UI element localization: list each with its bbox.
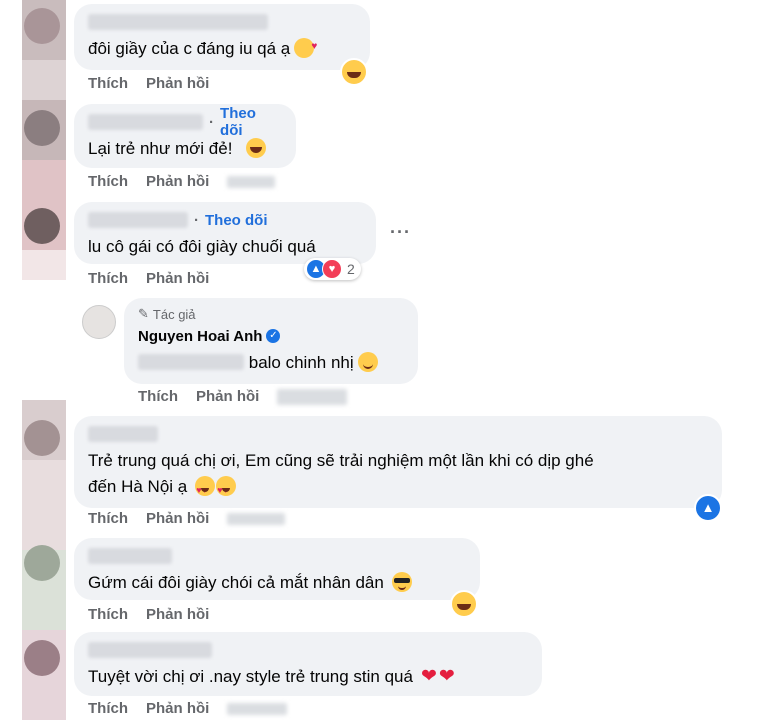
more-options-icon[interactable]: ··· [390, 222, 411, 243]
comment-text: Gứm cái đôi giày chói cả mắt nhân dân [88, 570, 466, 596]
cool-emoji [391, 572, 412, 592]
comment-text: lu cô gái có đôi giày chuối quá [88, 237, 316, 256]
comment-actions: Thích Phản hồi [138, 388, 348, 405]
comment-text: Trẻ trung quá chị ơi, Em cũng sẽ trải ng… [88, 448, 708, 503]
pixelated-avatar-strip [0, 0, 66, 720]
heart-eyes-emoji [195, 476, 216, 503]
like-button[interactable]: Thích [88, 606, 128, 623]
commenter-name-row: · Theo dõi [88, 105, 282, 139]
comment-actions: Thích Phản hồi [88, 510, 286, 527]
avatar[interactable] [24, 545, 60, 581]
reply-button[interactable]: Phản hồi [146, 700, 209, 717]
comment-text: đôi giầy của c đáng iu qá ạ [88, 34, 356, 62]
laugh-reaction-badge[interactable] [450, 590, 478, 618]
commenter-name-row: · Theo dõi [88, 210, 362, 230]
verified-badge-icon: ✓ [266, 329, 281, 343]
like-button[interactable]: Thích [88, 700, 128, 717]
heart-eyes-emoji [216, 476, 237, 503]
reactions-summary[interactable]: ▲ ♥ 2 [304, 258, 361, 280]
reply-button[interactable]: Phản hồi [146, 75, 209, 92]
comment-text: Tuyệt vời chị ơi .nay style trẻ trung st… [88, 666, 455, 687]
timestamp [227, 175, 276, 188]
reply-button[interactable]: Phản hồi [146, 270, 209, 287]
comment-actions: Thích Phản hồi [88, 75, 209, 92]
avatar[interactable] [24, 208, 60, 244]
heart-emoji: ❤ [420, 666, 437, 687]
like-button[interactable]: Thích [138, 388, 178, 405]
timestamp [277, 388, 348, 405]
timestamp [227, 702, 288, 715]
kiss-emoji [294, 34, 317, 60]
commenter-name[interactable] [88, 12, 356, 32]
follow-button[interactable]: Theo dõi [220, 105, 282, 139]
laugh-reaction-badge[interactable] [340, 58, 368, 86]
timestamp [227, 512, 286, 525]
reply-button[interactable]: Phản hồi [196, 388, 259, 405]
comment-text: Lại trẻ như mới đẻ! [88, 136, 282, 162]
avatar[interactable] [24, 420, 60, 456]
avatar[interactable] [24, 640, 60, 676]
comment-bubble: · Theo dõi Lại trẻ như mới đẻ! [74, 104, 296, 168]
reply-button[interactable]: Phản hồi [146, 510, 209, 527]
commenter-name[interactable] [88, 114, 204, 130]
reply-button[interactable]: Phản hồi [146, 606, 209, 623]
pen-icon: ✎ [138, 306, 149, 321]
reaction-count: 2 [347, 261, 355, 277]
comment-bubble: · Theo dõi lu cô gái có đôi giày chuối q… [74, 202, 376, 264]
follow-button[interactable]: Theo dõi [205, 212, 268, 229]
love-reaction-icon: ♥ [322, 259, 342, 279]
comment-bubble: đôi giầy của c đáng iu qá ạ [74, 4, 370, 70]
reply-button[interactable]: Phản hồi [146, 173, 209, 190]
commenter-name[interactable] [88, 640, 528, 660]
commenter-name[interactable] [88, 212, 188, 228]
like-button[interactable]: Thích [88, 510, 128, 527]
heart-emoji: ❤ [438, 666, 455, 687]
like-button[interactable]: Thích [88, 75, 128, 92]
comment-actions: Thích Phản hồi [88, 606, 209, 623]
avatar[interactable] [24, 110, 60, 146]
smile-emoji [357, 352, 378, 372]
author-avatar[interactable] [82, 305, 116, 339]
comment-bubble: Gứm cái đôi giày chói cả mắt nhân dân [74, 538, 480, 600]
comment-bubble: Trẻ trung quá chị ơi, Em cũng sẽ trải ng… [74, 416, 722, 508]
author-reply-bubble: ✎ Tác giả Nguyen Hoai Anh ✓ balo chinh n… [124, 298, 418, 384]
comment-actions: Thích Phản hồi [88, 173, 276, 190]
comment-text: balo chinh nhị [138, 350, 404, 376]
tagged-user[interactable] [138, 354, 244, 370]
comment-actions: Thích Phản hồi [88, 270, 209, 287]
like-button[interactable]: Thích [88, 173, 128, 190]
commenter-name[interactable] [88, 424, 708, 444]
avatar[interactable] [24, 8, 60, 44]
author-name-row: Nguyen Hoai Anh ✓ [138, 326, 404, 346]
like-button[interactable]: Thích [88, 270, 128, 287]
commenter-name[interactable] [88, 546, 466, 566]
author-tag: ✎ Tác giả [138, 306, 196, 322]
laugh-emoji [246, 138, 267, 158]
author-name[interactable]: Nguyen Hoai Anh [138, 328, 262, 345]
comment-bubble: Tuyệt vời chị ơi .nay style trẻ trung st… [74, 632, 542, 696]
comment-actions: Thích Phản hồi [88, 700, 288, 717]
like-reaction-badge[interactable]: ▲ [694, 494, 722, 522]
